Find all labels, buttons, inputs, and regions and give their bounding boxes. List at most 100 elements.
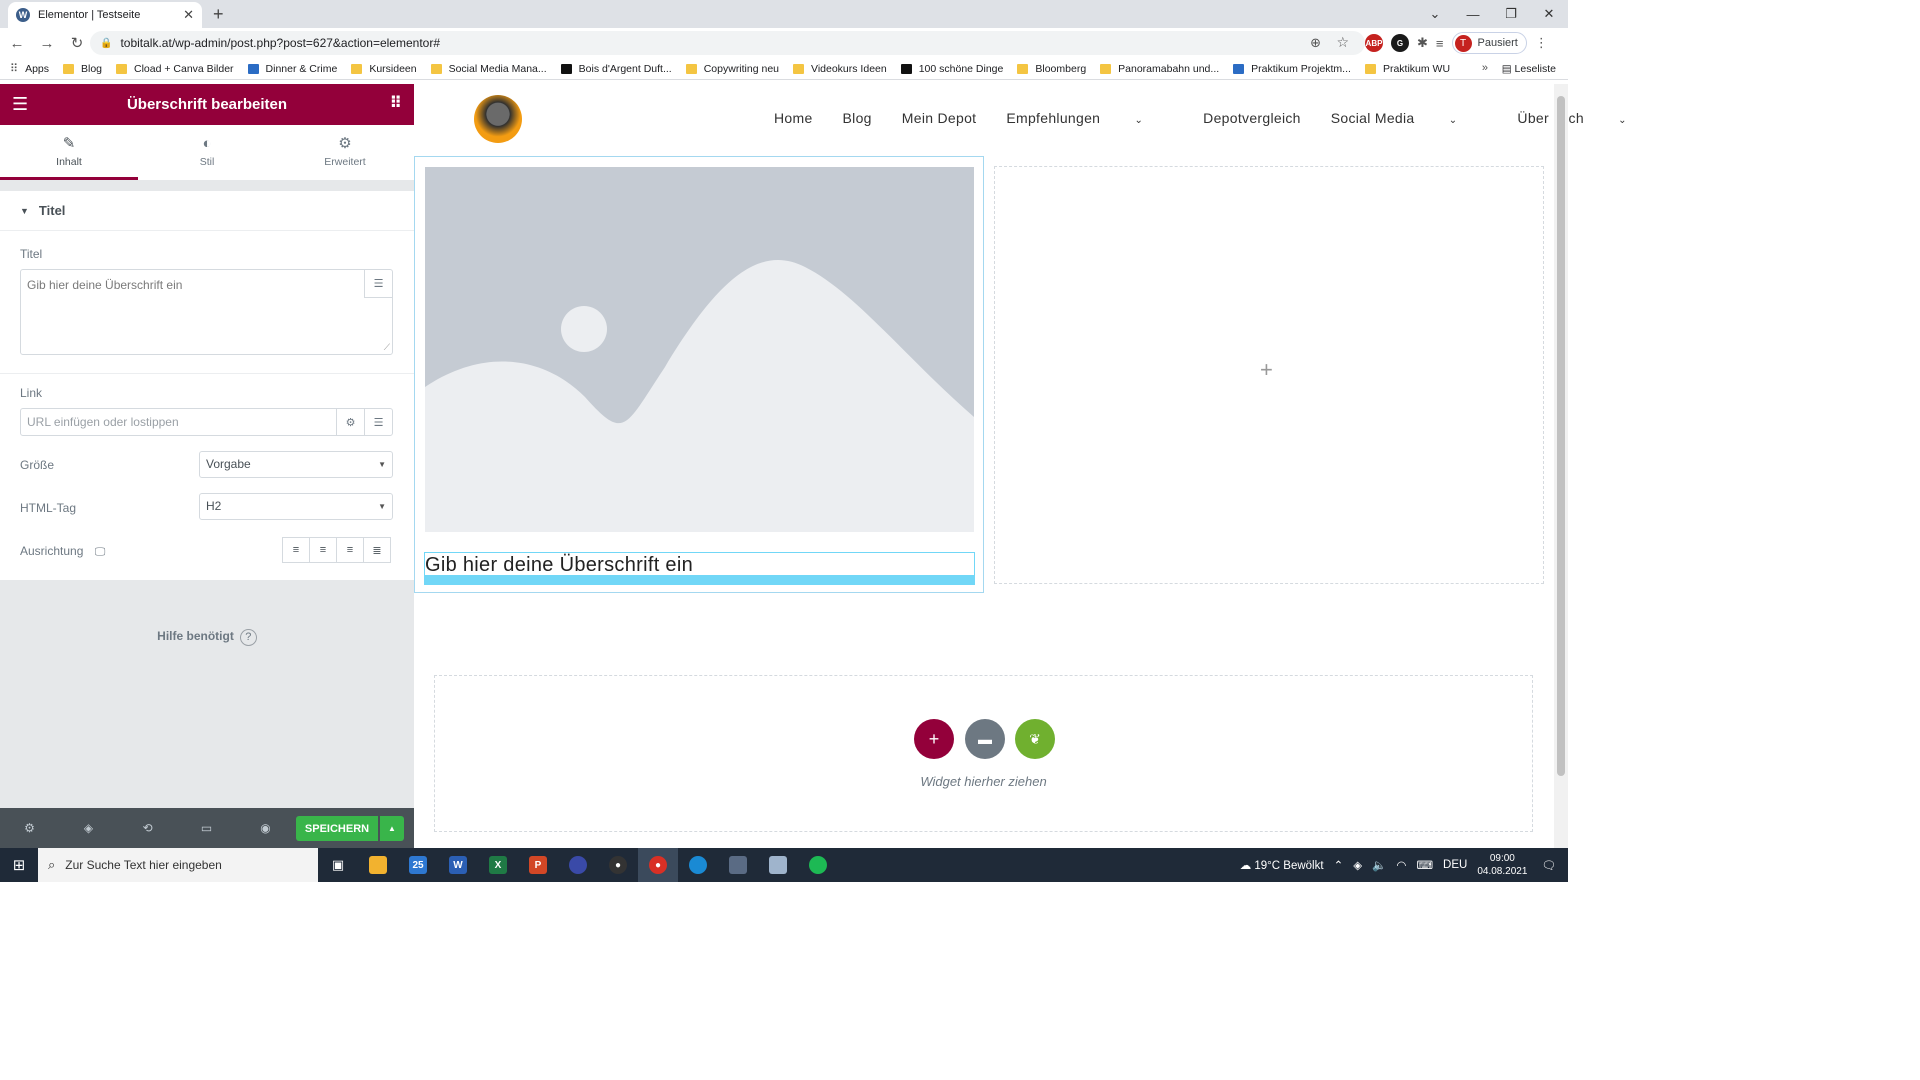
- bookmark-star-icon[interactable]: ☆: [1336, 34, 1349, 51]
- add-section-plus-icon[interactable]: +: [914, 719, 954, 759]
- image-placeholder[interactable]: [425, 167, 974, 532]
- history-icon[interactable]: ⟲: [118, 821, 177, 835]
- reload-icon[interactable]: ↻: [64, 34, 90, 52]
- html-tag-select[interactable]: H2 ▼: [199, 493, 393, 520]
- obs-icon[interactable]: ●: [598, 848, 638, 882]
- preview-eye-icon[interactable]: ◉: [236, 821, 295, 835]
- bookmark-item[interactable]: 100 schöne Dinge: [900, 63, 1003, 75]
- widgets-grid-icon[interactable]: ⠿: [390, 93, 403, 113]
- column-right-empty[interactable]: +: [994, 166, 1544, 584]
- template-library-folder-icon[interactable]: ▬: [965, 719, 1005, 759]
- edge-icon[interactable]: [678, 848, 718, 882]
- bookmark-item[interactable]: Dinner & Crime: [247, 63, 337, 75]
- heading-text[interactable]: Gib hier deine Überschrift ein: [425, 554, 693, 577]
- windows-start-icon[interactable]: ⊞: [0, 856, 38, 874]
- bookmark-item[interactable]: Panoramabahn und...: [1100, 63, 1219, 75]
- language-indicator[interactable]: DEU: [1443, 859, 1467, 871]
- notepad-icon[interactable]: [758, 848, 798, 882]
- spotify-icon[interactable]: [798, 848, 838, 882]
- bookmark-item[interactable]: Social Media Mana...: [430, 63, 547, 75]
- nav-item-social-media[interactable]: Social Media ⌄: [1331, 110, 1488, 126]
- tray-chevron-icon[interactable]: ⌃: [1334, 858, 1344, 872]
- bookmark-item[interactable]: Blog: [63, 63, 102, 75]
- url-bar[interactable]: 🔒 tobitalk.at/wp-admin/post.php?post=627…: [90, 31, 1365, 55]
- bookmark-item[interactable]: Kursideen: [351, 63, 417, 75]
- section-header-titel[interactable]: ▼ Titel: [0, 191, 414, 231]
- save-button[interactable]: SPEICHERN: [296, 816, 378, 841]
- link-dynamic-tags-icon[interactable]: ☰: [364, 409, 392, 435]
- new-tab-button[interactable]: +: [213, 4, 224, 25]
- task-view-icon[interactable]: ▣: [318, 848, 358, 882]
- title-textarea[interactable]: Gib hier deine Überschrift ein ☰ ⟋: [20, 269, 393, 355]
- tab-inhalt[interactable]: ✎ Inhalt: [0, 125, 138, 180]
- file-explorer-icon[interactable]: [358, 848, 398, 882]
- more-bookmarks-icon[interactable]: »: [1482, 62, 1488, 74]
- bookmark-item[interactable]: Praktikum Projektm...: [1233, 63, 1351, 75]
- bookmark-item[interactable]: Bois d'Argent Duft...: [560, 63, 672, 75]
- forward-icon[interactable]: →: [34, 35, 60, 52]
- bookmark-item[interactable]: Praktikum WU: [1364, 63, 1450, 75]
- heading-widget[interactable]: Gib hier deine Überschrift ein: [424, 552, 975, 585]
- url-text[interactable]: tobitalk.at/wp-admin/post.php?post=627&a…: [120, 36, 440, 50]
- hamburger-menu-icon[interactable]: ☰: [12, 94, 28, 115]
- align-center-icon[interactable]: ≡: [309, 537, 337, 563]
- link-input[interactable]: URL einfügen oder lostippen ⚙ ☰: [20, 408, 393, 436]
- mail-icon[interactable]: 25: [398, 848, 438, 882]
- lock-icon[interactable]: 🔒: [100, 38, 112, 49]
- excel-icon[interactable]: X: [478, 848, 518, 882]
- close-tab-icon[interactable]: ✕: [183, 7, 194, 23]
- app-window-icon[interactable]: [718, 848, 758, 882]
- tab-erweitert[interactable]: ⚙ Erweitert: [276, 125, 414, 180]
- reading-list-button[interactable]: ▤ Leseliste: [1502, 63, 1556, 75]
- align-right-icon[interactable]: ≡: [336, 537, 364, 563]
- tab-search-icon[interactable]: ⌄: [1416, 6, 1454, 22]
- save-options-chevron-icon[interactable]: ▲: [380, 816, 404, 841]
- align-left-icon[interactable]: ≡: [282, 537, 310, 563]
- powerpoint-icon[interactable]: P: [518, 848, 558, 882]
- app-icon[interactable]: [558, 848, 598, 882]
- taskbar-search-box[interactable]: ⌕ Zur Suche Text hier eingeben: [38, 848, 318, 882]
- align-justify-icon[interactable]: ≣: [363, 537, 391, 563]
- keyboard-icon[interactable]: ⌨: [1416, 858, 1433, 872]
- volume-icon[interactable]: 🔈: [1372, 858, 1386, 872]
- reading-queue-icon[interactable]: ≡: [1436, 36, 1444, 51]
- page-scrollbar[interactable]: [1554, 84, 1568, 848]
- nav-item-depotvergleich[interactable]: Depotvergleich: [1203, 110, 1301, 126]
- size-select[interactable]: Vorgabe ▼: [199, 451, 393, 478]
- nav-item-blog[interactable]: Blog: [843, 110, 872, 126]
- bookmark-item[interactable]: Videokurs Ideen: [793, 63, 887, 75]
- bookmark-item[interactable]: Copywriting neu: [685, 63, 779, 75]
- bookmark-item[interactable]: Cload + Canva Bilder: [116, 63, 234, 75]
- notification-icon[interactable]: 🗨: [1541, 858, 1556, 872]
- extensions-puzzle-icon[interactable]: ✱: [1417, 35, 1428, 51]
- column-left[interactable]: Gib hier deine Überschrift ein: [414, 156, 984, 593]
- bookmark-item[interactable]: Bloomberg: [1017, 63, 1086, 75]
- desktop-icon[interactable]: 🖵: [95, 546, 106, 558]
- dynamic-tags-icon[interactable]: ☰: [364, 270, 392, 298]
- nav-item-home[interactable]: Home: [774, 110, 813, 126]
- browser-menu-icon[interactable]: ⋮: [1535, 35, 1548, 51]
- clock[interactable]: 09:00 04.08.2021: [1477, 852, 1527, 878]
- network-icon[interactable]: ◈: [1353, 858, 1362, 872]
- adblock-icon[interactable]: ABP: [1365, 34, 1383, 52]
- nav-item-mein-depot[interactable]: Mein Depot: [902, 110, 977, 126]
- site-logo[interactable]: [474, 95, 522, 143]
- navigator-layers-icon[interactable]: ◈: [59, 821, 118, 835]
- minimize-button[interactable]: —: [1454, 7, 1492, 22]
- wifi-icon[interactable]: ◠: [1396, 858, 1406, 872]
- nav-item-ueber-mich[interactable]: Über mich ⌄: [1517, 110, 1656, 126]
- help-link[interactable]: Hilfe benötigt?: [0, 629, 414, 646]
- grammarly-icon[interactable]: G: [1391, 34, 1409, 52]
- zoom-icon[interactable]: ⊕: [1310, 35, 1321, 51]
- settings-gear-icon[interactable]: ⚙: [0, 821, 59, 835]
- word-icon[interactable]: W: [438, 848, 478, 882]
- tab-stil[interactable]: ◐ Stil: [138, 125, 276, 180]
- add-widget-plus-icon[interactable]: +: [1260, 357, 1273, 383]
- browser-tab[interactable]: W Elementor | Testseite ✕: [8, 2, 202, 28]
- profile-button[interactable]: T Pausiert: [1451, 32, 1527, 54]
- envato-leaf-icon[interactable]: ❦: [1015, 719, 1055, 759]
- nav-item-empfehlungen[interactable]: Empfehlungen ⌄: [1006, 110, 1173, 126]
- add-section-dropzone[interactable]: + ▬ ❦ Widget hierher ziehen: [434, 675, 1533, 832]
- scrollbar-thumb[interactable]: [1557, 96, 1565, 776]
- link-options-gear-icon[interactable]: ⚙: [336, 409, 364, 435]
